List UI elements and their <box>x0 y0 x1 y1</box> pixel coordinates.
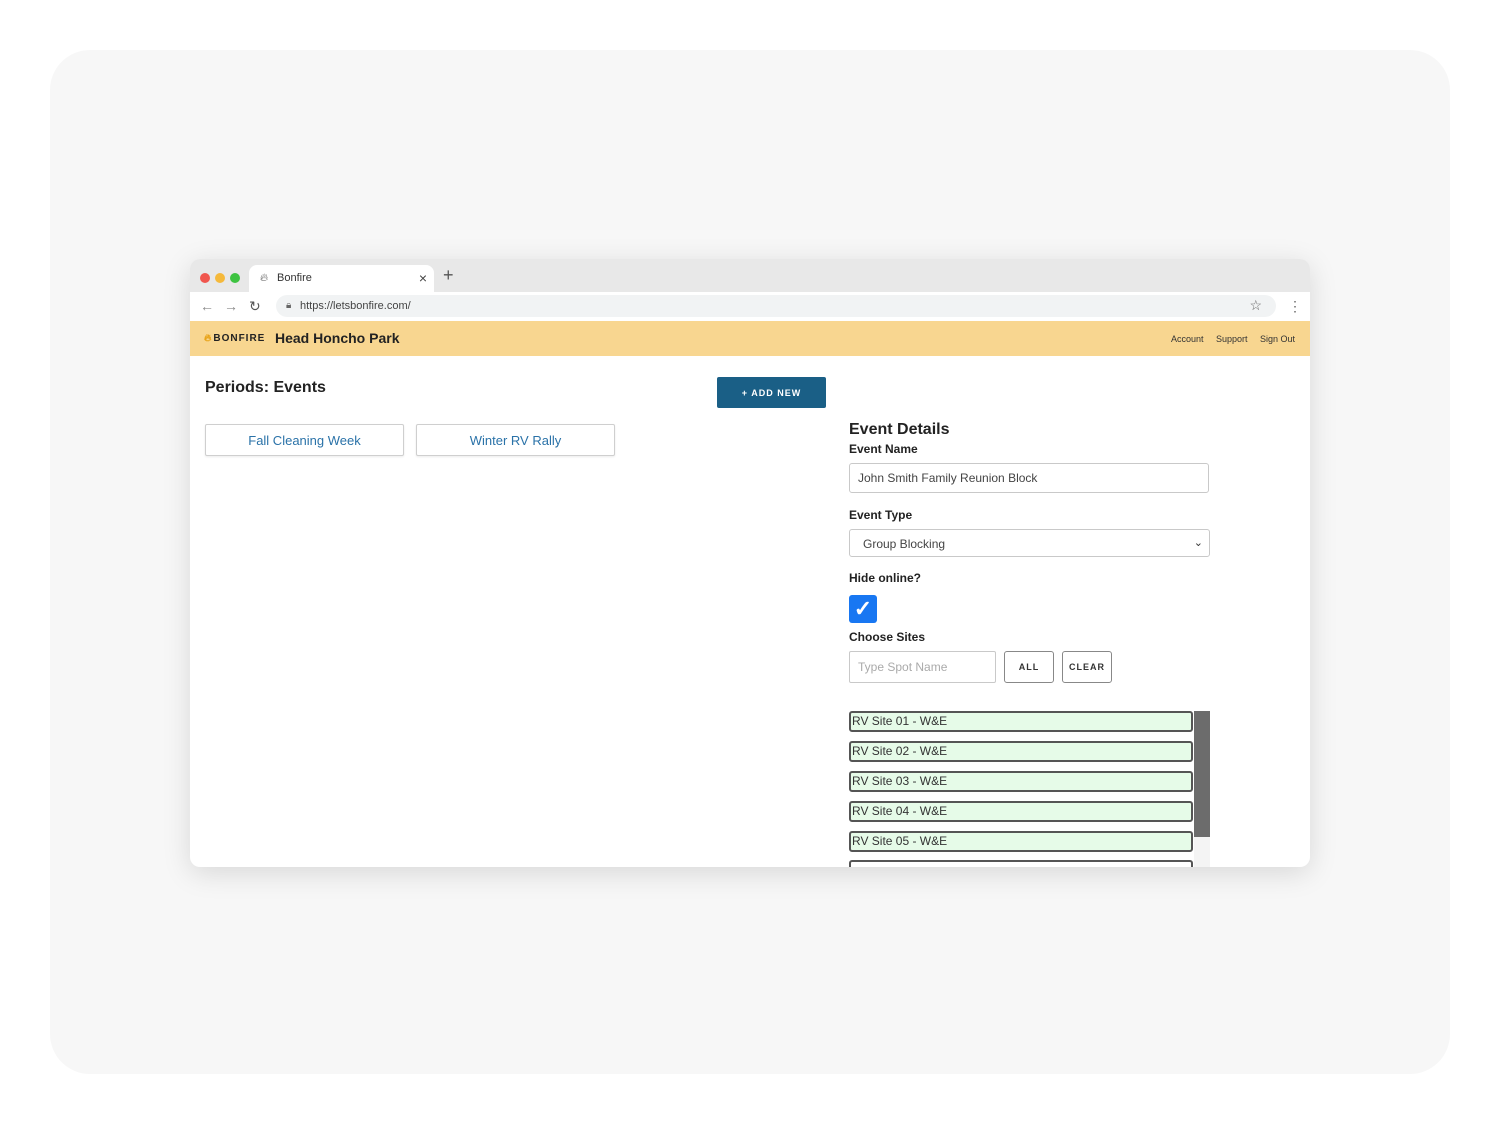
page-title: Periods: Events <box>205 379 326 396</box>
flame-icon: 🔥︎ <box>260 272 269 284</box>
add-new-button[interactable]: + ADD NEW <box>717 377 826 408</box>
browser-tab[interactable]: 🔥︎ Bonfire × <box>249 265 434 292</box>
site-list[interactable]: RV Site 01 - W&E RV Site 02 - W&E RV Sit… <box>849 711 1211 867</box>
sign-out-link[interactable]: Sign Out <box>1260 334 1295 345</box>
event-button-fall-cleaning-week[interactable]: Fall Cleaning Week <box>205 424 404 456</box>
site-item-rv-02[interactable]: RV Site 02 - W&E <box>849 741 1193 762</box>
back-arrow-icon[interactable]: ← <box>200 298 214 314</box>
app-header: 🔥︎BONFIRE Head Honcho Park Account Suppo… <box>190 321 1310 356</box>
lock-icon: 🔒︎ <box>286 300 292 311</box>
url-text: https://letsbonfire.com/ <box>300 300 411 312</box>
choose-sites-label: Choose Sites <box>849 630 926 644</box>
site-item-rv-05[interactable]: RV Site 05 - W&E <box>849 831 1193 852</box>
select-all-button[interactable]: ALL <box>1004 651 1054 683</box>
site-item-rv-01[interactable]: RV Site 01 - W&E <box>849 711 1193 732</box>
clear-button[interactable]: CLEAR <box>1062 651 1112 683</box>
minimize-window-button[interactable] <box>215 273 225 283</box>
event-details-heading: Event Details <box>849 421 950 438</box>
maximize-window-button[interactable] <box>230 273 240 283</box>
bonfire-logo[interactable]: 🔥︎BONFIRE <box>204 333 265 345</box>
chevron-down-icon: ⌄ <box>1193 537 1203 549</box>
browser-menu-icon[interactable]: ⋮ <box>1288 298 1302 314</box>
support-link[interactable]: Support <box>1216 334 1248 345</box>
hide-online-checkbox[interactable]: ✓ <box>849 595 877 623</box>
logo-text: BONFIRE <box>213 333 266 344</box>
bookmark-star-icon[interactable]: ☆ <box>1249 297 1262 313</box>
event-button-winter-rv-rally[interactable]: Winter RV Rally <box>416 424 615 456</box>
event-name-label: Event Name <box>849 442 918 456</box>
event-type-label: Event Type <box>849 508 913 522</box>
address-bar: ← → ↻ 🔒︎ https://letsbonfire.com/ ☆ ⋮ <box>190 292 1310 322</box>
site-list-scroll-thumb[interactable] <box>1194 711 1210 837</box>
close-window-button[interactable] <box>200 273 210 283</box>
close-icon[interactable]: × <box>419 270 427 286</box>
browser-window: 🔥︎ Bonfire × + ← → ↻ 🔒︎ https://letsbonf… <box>190 259 1310 867</box>
event-type-value: Group Blocking <box>863 537 946 551</box>
reload-icon[interactable]: ↻ <box>249 298 261 314</box>
forward-arrow-icon[interactable]: → <box>224 298 238 314</box>
site-item-rv-03[interactable]: RV Site 03 - W&E <box>849 771 1193 792</box>
tab-title: Bonfire <box>277 272 312 284</box>
new-tab-icon[interactable]: + <box>443 266 454 284</box>
account-link[interactable]: Account <box>1171 334 1204 345</box>
url-field[interactable]: 🔒︎ https://letsbonfire.com/ ☆ <box>276 295 1276 317</box>
site-item-rv-04[interactable]: RV Site 04 - W&E <box>849 801 1193 822</box>
tab-strip: 🔥︎ Bonfire × + <box>190 259 1310 292</box>
site-item-partial[interactable] <box>849 860 1193 867</box>
spot-name-input[interactable] <box>849 651 996 683</box>
event-type-select[interactable]: Group Blocking ⌄ <box>849 529 1210 557</box>
flame-logo-icon: 🔥︎ <box>204 333 213 344</box>
event-name-field[interactable] <box>849 463 1209 493</box>
hide-online-label: Hide online? <box>849 571 921 585</box>
park-name: Head Honcho Park <box>275 330 400 346</box>
